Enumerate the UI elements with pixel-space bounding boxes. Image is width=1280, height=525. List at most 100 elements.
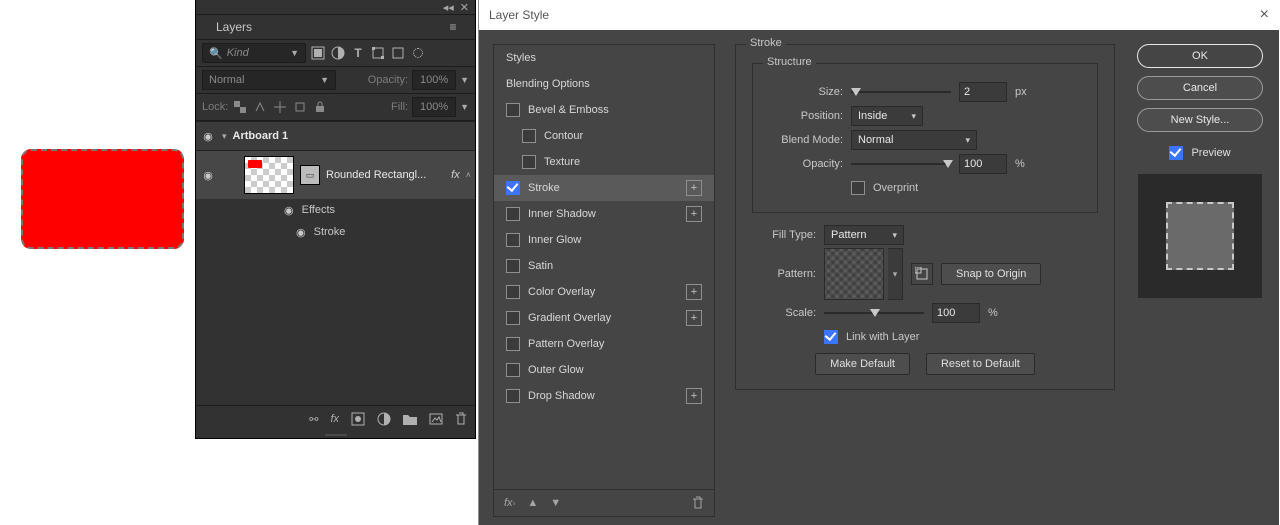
size-input[interactable]: 2 [959,82,1007,102]
style-item-drop-shadow[interactable]: Drop Shadow+ [494,383,714,409]
style-item-inner-shadow[interactable]: Inner Shadow+ [494,201,714,227]
filter-shape-icon[interactable] [370,45,386,61]
style-checkbox[interactable] [506,285,520,299]
style-item-contour[interactable]: Contour [494,123,714,149]
pattern-swatch[interactable] [824,248,884,300]
panel-collapse-strip[interactable]: ◂◂ ✕ [196,0,475,15]
layer-thumbnail[interactable] [244,156,294,194]
move-down-icon[interactable]: ▼ [550,497,561,509]
visibility-eye-icon[interactable]: ◉ [200,169,216,182]
style-checkbox[interactable] [506,233,520,247]
blend-mode-select[interactable]: Normal▾ [851,130,977,150]
add-effect-icon[interactable]: + [686,310,702,326]
add-layer-icon[interactable] [429,413,443,425]
layers-tab[interactable]: Layers ≡ [196,15,475,40]
close-panel-icon[interactable]: ✕ [460,1,469,14]
style-checkbox[interactable] [506,207,520,221]
style-checkbox[interactable] [506,389,520,403]
filter-smartobject-icon[interactable] [390,45,406,61]
artboard-row[interactable]: ◉ ▾ Artboard 1 [196,121,475,151]
layer-filter-kind[interactable]: 🔍 Kind ▼ [202,43,306,63]
snap-to-origin-button[interactable]: Snap to Origin [941,263,1041,285]
add-effect-icon[interactable]: + [686,388,702,404]
panel-menu-icon[interactable]: ≡ [443,17,463,37]
collapse-icon[interactable]: ◂◂ [443,1,454,14]
lock-transparency-icon[interactable] [232,99,248,115]
create-pattern-icon[interactable] [911,263,933,285]
style-item-stroke[interactable]: Stroke+ [494,175,714,201]
style-item-satin[interactable]: Satin [494,253,714,279]
fill-input[interactable]: 100% [412,97,456,117]
add-adjustment-icon[interactable] [377,412,391,426]
style-checkbox[interactable] [522,155,536,169]
style-item-texture[interactable]: Texture [494,149,714,175]
size-slider[interactable] [851,85,951,99]
reset-to-default-button[interactable]: Reset to Default [926,353,1035,375]
style-checkbox[interactable] [522,129,536,143]
add-style-icon[interactable]: fx [330,413,339,425]
blend-mode-select[interactable]: Normal ▼ [202,70,336,90]
filter-type-icon[interactable]: T [350,45,366,61]
style-checkbox[interactable] [506,337,520,351]
lock-position-icon[interactable] [272,99,288,115]
chevron-down-icon[interactable]: ▼ [460,75,469,85]
style-item-blending-options[interactable]: Blending Options [494,71,714,97]
lock-image-icon[interactable] [252,99,268,115]
filter-adjustment-icon[interactable] [330,45,346,61]
position-select[interactable]: Inside▾ [851,106,923,126]
delete-layer-icon[interactable] [455,412,467,426]
scale-slider[interactable] [824,306,924,320]
artboard-name[interactable]: Artboard 1 [233,130,289,142]
vector-mask-thumbnail[interactable]: ▭ [300,165,320,185]
style-item-styles[interactable]: Styles [494,45,714,71]
visibility-eye-icon[interactable]: ◉ [296,226,306,239]
opacity-input[interactable]: 100 [959,154,1007,174]
add-effect-icon[interactable]: + [686,180,702,196]
new-style-button[interactable]: New Style... [1137,108,1263,132]
trash-icon[interactable] [692,496,704,510]
lock-artboard-icon[interactable] [292,99,308,115]
fx-indicator[interactable]: fx [451,169,460,181]
effect-stroke-row[interactable]: ◉ Stroke [196,221,475,243]
lock-all-icon[interactable] [312,99,328,115]
visibility-eye-icon[interactable]: ◉ [200,130,216,143]
opacity-input[interactable]: 100% [412,70,456,90]
visibility-eye-icon[interactable]: ◉ [284,204,294,217]
link-layers-icon[interactable]: ⚯ [309,413,318,426]
filter-toggle-icon[interactable] [410,45,426,61]
cancel-button[interactable]: Cancel [1137,76,1263,100]
panel-resize-handle[interactable] [196,432,475,438]
preview-checkbox[interactable] [1169,146,1183,160]
style-item-gradient-overlay[interactable]: Gradient Overlay+ [494,305,714,331]
add-effect-icon[interactable]: + [686,284,702,300]
style-checkbox[interactable] [506,363,520,377]
style-item-inner-glow[interactable]: Inner Glow [494,227,714,253]
ok-button[interactable]: OK [1137,44,1263,68]
style-checkbox[interactable] [506,311,520,325]
canvas-shape-rounded-rectangle[interactable] [21,149,184,249]
close-icon[interactable]: × [1260,6,1269,24]
filter-pixel-icon[interactable] [310,45,326,61]
chevron-up-icon[interactable]: ˄ [466,170,471,180]
make-default-button[interactable]: Make Default [815,353,910,375]
effects-row[interactable]: ◉ Effects [196,199,475,221]
chevron-down-icon[interactable]: ▾ [222,131,227,142]
fx-icon[interactable]: fx▫ [504,497,515,509]
style-checkbox[interactable] [506,181,520,195]
layer-row[interactable]: ◉ ▭ Rounded Rectangl... fx ˄ [196,151,475,199]
dialog-titlebar[interactable]: Layer Style × [479,0,1279,30]
add-group-icon[interactable] [403,413,417,425]
style-item-color-overlay[interactable]: Color Overlay+ [494,279,714,305]
add-effect-icon[interactable]: + [686,206,702,222]
style-item-pattern-overlay[interactable]: Pattern Overlay [494,331,714,357]
pattern-picker-chevron[interactable]: ▾ [888,248,903,300]
overprint-checkbox[interactable] [851,181,865,195]
style-checkbox[interactable] [506,259,520,273]
chevron-down-icon[interactable]: ▼ [460,102,469,112]
opacity-slider[interactable] [851,157,951,171]
layer-name[interactable]: Rounded Rectangl... [326,169,426,181]
style-item-outer-glow[interactable]: Outer Glow [494,357,714,383]
link-with-layer-checkbox[interactable] [824,330,838,344]
style-checkbox[interactable] [506,103,520,117]
style-item-bevel-emboss[interactable]: Bevel & Emboss [494,97,714,123]
